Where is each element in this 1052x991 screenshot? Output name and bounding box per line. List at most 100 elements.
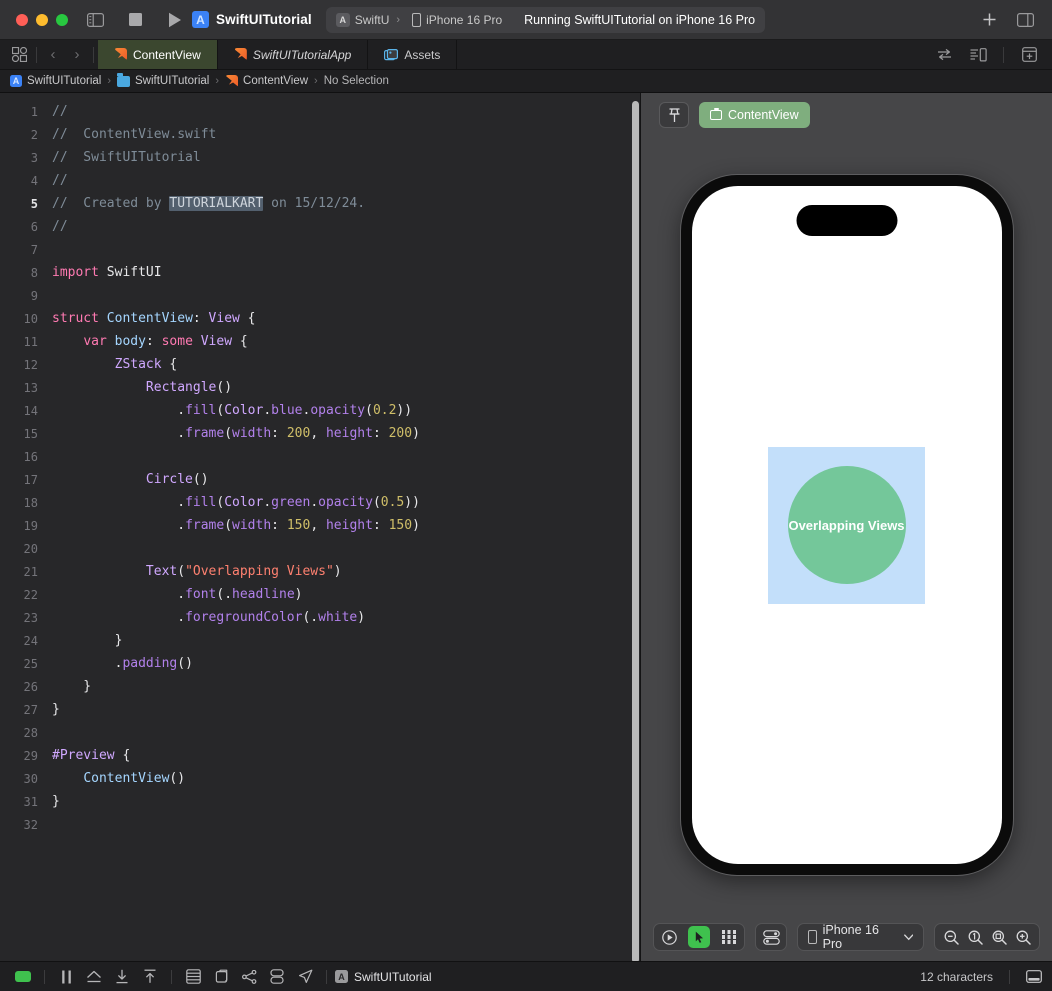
status-project[interactable]: A SwiftUITutorial xyxy=(335,970,432,984)
scheme-selector[interactable]: A SwiftU › xyxy=(335,12,402,27)
location-arrow-icon xyxy=(298,969,312,983)
line-number: 32 xyxy=(23,817,38,832)
divider xyxy=(44,969,45,984)
breadcrumb-item-file[interactable]: ContentView xyxy=(225,75,308,88)
run-button[interactable] xyxy=(162,8,188,32)
related-items-button[interactable] xyxy=(931,43,957,67)
layers-button[interactable] xyxy=(208,966,234,988)
code-text: ZStack { xyxy=(52,357,178,372)
code-line[interactable]: 32 xyxy=(0,813,641,836)
breadcrumb-item-selection[interactable]: No Selection xyxy=(324,75,389,87)
upload-button[interactable] xyxy=(137,966,163,988)
breadcrumb-separator: › xyxy=(314,75,318,87)
code-line[interactable]: 22 .font(.headline) xyxy=(0,583,641,606)
code-line[interactable]: 26 } xyxy=(0,675,641,698)
code-line[interactable]: 20 xyxy=(0,537,641,560)
code-text: // ContentView.swift xyxy=(52,127,216,142)
code-line[interactable]: 23 .foregroundColor(.white) xyxy=(0,606,641,629)
preview-viewport[interactable]: Overlapping Views xyxy=(641,137,1052,913)
add-editor-button[interactable] xyxy=(976,8,1002,32)
code-line[interactable]: 19 .frame(width: 150, height: 150) xyxy=(0,514,641,537)
pause-button[interactable] xyxy=(53,966,79,988)
code-line[interactable]: 9 xyxy=(0,284,641,307)
database-button[interactable] xyxy=(264,966,290,988)
code-line[interactable]: 3 // SwiftUITutorial xyxy=(0,146,641,169)
line-number: 4 xyxy=(30,173,38,188)
code-line[interactable]: 5 // Created by TUTORIALKART on 15/12/24. xyxy=(0,192,641,215)
tab-swiftuitutorialapp[interactable]: SwiftUITutorialApp xyxy=(218,40,369,69)
preview-name-chip[interactable]: ContentView xyxy=(699,102,810,128)
close-window-button[interactable] xyxy=(16,13,28,26)
zoom-actual-size-button[interactable] xyxy=(963,930,987,945)
code-token: , xyxy=(310,426,326,441)
toggle-console-button[interactable] xyxy=(1026,970,1042,983)
code-line[interactable]: 2 // ContentView.swift xyxy=(0,123,641,146)
play-icon xyxy=(169,12,181,27)
preview-device-selector[interactable]: iPhone 16 Pro xyxy=(797,923,924,951)
code-line[interactable]: 17 Circle() xyxy=(0,468,641,491)
activity-viewer[interactable]: A SwiftU › iPhone 16 Pro Running SwiftUI… xyxy=(325,6,766,33)
minimap-toggle-button[interactable] xyxy=(965,43,991,67)
minimize-window-button[interactable] xyxy=(36,13,48,26)
code-line[interactable]: 6 // xyxy=(0,215,641,238)
code-line[interactable]: 27} xyxy=(0,698,641,721)
device-screen[interactable]: Overlapping Views xyxy=(691,186,1002,864)
code-line[interactable]: 18 .fill(Color.green.opacity(0.5)) xyxy=(0,491,641,514)
stop-button[interactable] xyxy=(122,8,148,32)
zoom-out-button[interactable] xyxy=(939,930,963,945)
editor-scrollbar[interactable] xyxy=(632,101,639,961)
code-line[interactable]: 1 // xyxy=(0,100,641,123)
toggle-navigator-button[interactable] xyxy=(82,8,108,32)
maximize-window-button[interactable] xyxy=(56,13,68,26)
code-line[interactable]: 8 import SwiftUI xyxy=(0,261,641,284)
go-back-button[interactable]: ‹ xyxy=(41,46,65,63)
code-line[interactable]: 21 Text("Overlapping Views") xyxy=(0,560,641,583)
code-line[interactable]: 12 ZStack { xyxy=(0,353,641,376)
destination-selector[interactable]: iPhone 16 Pro xyxy=(412,12,503,27)
add-editor-pane-button[interactable] xyxy=(1016,43,1042,67)
code-token: opacity xyxy=(318,495,373,510)
code-line[interactable]: 28 xyxy=(0,721,641,744)
graph-button[interactable] xyxy=(236,966,262,988)
pin-preview-button[interactable] xyxy=(659,102,689,128)
breadcrumb-item-folder[interactable]: SwiftUITutorial xyxy=(117,73,209,87)
code-line[interactable]: 29 #Preview { xyxy=(0,744,641,767)
code-token: . xyxy=(52,518,186,533)
code-line[interactable]: 24 } xyxy=(0,629,641,652)
code-token: foregroundColor xyxy=(185,610,303,625)
code-line[interactable]: 15 .frame(width: 200, height: 200) xyxy=(0,422,641,445)
code-token: ) xyxy=(294,587,303,602)
breadcrumb-item-project[interactable]: A SwiftUITutorial xyxy=(10,75,101,87)
code-line[interactable]: 30 ContentView() xyxy=(0,767,641,790)
code-line[interactable]: 31} xyxy=(0,790,641,813)
code-line[interactable]: 13 Rectangle() xyxy=(0,376,641,399)
code-line[interactable]: 4 // xyxy=(0,169,641,192)
code-line[interactable]: 25 .padding() xyxy=(0,652,641,675)
breadcrumb-separator: › xyxy=(107,75,112,87)
toggle-inspector-button[interactable] xyxy=(1012,8,1038,32)
tab-assets[interactable]: Assets xyxy=(368,40,458,69)
editor-options-button[interactable] xyxy=(6,43,32,67)
preview-variants-button[interactable] xyxy=(714,924,744,950)
home-button[interactable] xyxy=(81,966,107,988)
code-line[interactable]: 7 xyxy=(0,238,641,261)
code-line[interactable]: 16 xyxy=(0,445,641,468)
destination-label: iPhone 16 Pro xyxy=(426,12,503,27)
device-settings-button[interactable] xyxy=(756,924,786,950)
tab-contentview[interactable]: ContentView xyxy=(98,40,218,69)
location-button[interactable] xyxy=(292,966,318,988)
memory-button[interactable] xyxy=(180,966,206,988)
zoom-in-button[interactable] xyxy=(1011,930,1035,945)
code-lines[interactable]: 1 // 2 // ContentView.swift 3 // SwiftUITutor… xyxy=(0,93,641,836)
code-line[interactable]: 11 var body: some View { xyxy=(0,330,641,353)
live-preview-play-button[interactable] xyxy=(654,924,684,950)
go-forward-button[interactable]: › xyxy=(65,46,89,63)
zoom-to-fit-button[interactable] xyxy=(987,930,1011,945)
selectable-mode-button[interactable] xyxy=(688,926,710,948)
code-line[interactable]: 14 .fill(Color.blue.opacity(0.2)) xyxy=(0,399,641,422)
download-button[interactable] xyxy=(109,966,135,988)
source-editor[interactable]: 1 // 2 // ContentView.swift 3 // SwiftUITutor… xyxy=(0,93,641,961)
code-token: width xyxy=(232,426,272,441)
activity-indicator[interactable] xyxy=(10,966,36,988)
code-line[interactable]: 10 struct ContentView: View { xyxy=(0,307,641,330)
